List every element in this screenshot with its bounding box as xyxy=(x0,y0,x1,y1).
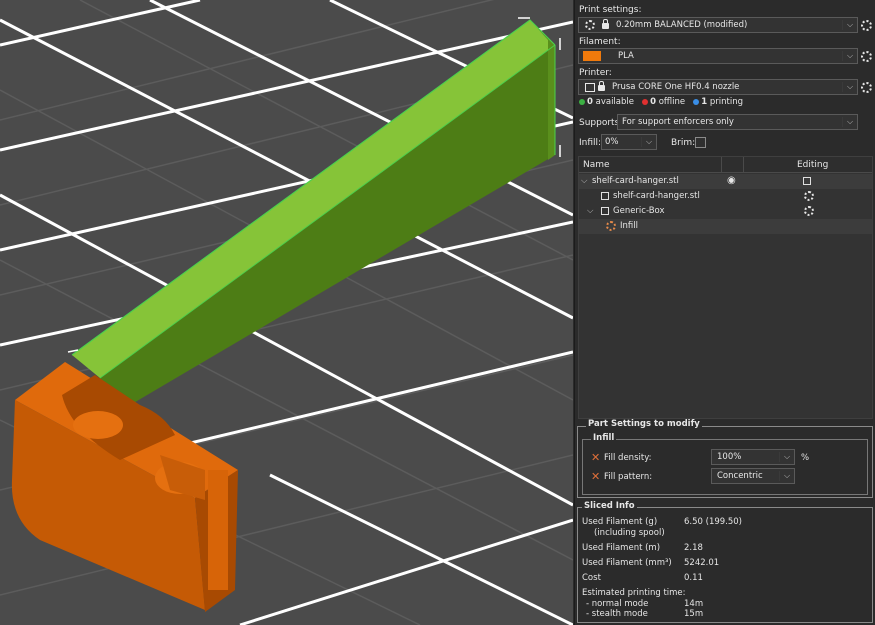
object-list-header: Name Editing xyxy=(579,157,872,173)
modifier-name: Generic-Box xyxy=(613,206,665,216)
sliced-info-panel: Sliced Info Used Filament (g) 6.50 (199.… xyxy=(577,501,873,623)
supports-label: Supports: xyxy=(579,118,623,128)
shelf-card-hanger-model[interactable] xyxy=(11,362,238,612)
fill-pattern-select[interactable]: Concentric ⌵ xyxy=(711,468,795,484)
infill-settings-name: Infill xyxy=(620,221,638,231)
part-name: shelf-card-hanger.stl xyxy=(613,191,700,201)
collapse-chevron-icon[interactable]: ⌵ xyxy=(587,206,593,216)
print-settings-select[interactable]: 0.20mm BALANCED (modified) ⌵ xyxy=(578,17,858,33)
3d-viewport[interactable] xyxy=(0,0,573,625)
column-editing-header[interactable]: Editing xyxy=(797,160,828,170)
fill-density-unit: % xyxy=(801,453,810,463)
including-spool-note: (including spool) xyxy=(594,528,665,538)
available-dot-icon xyxy=(579,98,585,105)
offline-dot-icon xyxy=(642,98,649,105)
lock-icon xyxy=(602,19,609,29)
cost-label: Cost xyxy=(582,573,601,583)
scene-canvas[interactable] xyxy=(0,0,573,625)
used-filament-mm3-value: 5242.01 xyxy=(684,558,720,568)
print-settings-label: Print settings: xyxy=(579,5,642,15)
printing-count: 1 xyxy=(701,97,708,107)
filament-gear-icon[interactable] xyxy=(861,51,872,62)
chevron-down-icon: ⌵ xyxy=(842,82,857,92)
remove-setting-icon[interactable]: ✕ xyxy=(591,451,600,464)
printer-value: Prusa CORE One HF0.4 nozzle xyxy=(612,82,740,92)
part-icon xyxy=(601,192,609,200)
used-filament-g-label: Used Filament (g) xyxy=(582,517,658,527)
infill-value: 0% xyxy=(605,137,619,147)
chevron-down-icon: ⌵ xyxy=(842,20,857,30)
cost-value: 0.11 xyxy=(684,573,703,583)
infill-select[interactable]: 0% ⌵ xyxy=(601,134,657,150)
part-row[interactable]: shelf-card-hanger.stl xyxy=(579,189,872,204)
editing-object-icon[interactable] xyxy=(803,177,811,185)
part-settings-icon[interactable] xyxy=(804,191,814,201)
chevron-down-icon: ⌵ xyxy=(641,137,656,147)
print-settings-value: 0.20mm BALANCED (modified) xyxy=(616,20,748,30)
used-filament-g-value: 6.50 (199.50) xyxy=(684,517,743,527)
estimated-time-label: Estimated printing time: xyxy=(582,588,686,598)
infill-settings-row[interactable]: Infill xyxy=(579,219,872,234)
eye-icon[interactable]: ◉ xyxy=(727,175,736,186)
fill-pattern-label: Fill pattern: xyxy=(604,472,653,482)
normal-mode-value: 14m xyxy=(684,599,704,609)
infill-label: Infill: xyxy=(579,138,602,148)
filament-label: Filament: xyxy=(579,37,621,47)
chevron-down-icon: ⌵ xyxy=(842,51,857,61)
brim-label: Brim: xyxy=(671,138,696,148)
right-sidebar: Print settings: 0.20mm BALANCED (modifie… xyxy=(574,0,875,625)
print-settings-gear-icon[interactable] xyxy=(861,20,872,31)
infill-group-title: Infill xyxy=(591,433,617,443)
brim-checkbox[interactable] xyxy=(695,137,706,148)
modifier-icon xyxy=(601,207,609,215)
used-filament-m-value: 2.18 xyxy=(684,543,703,553)
infill-group: Infill ✕ Fill density: 100% ⌵ % ✕ Fill p… xyxy=(582,433,868,495)
stealth-mode-label: - stealth mode xyxy=(586,609,648,619)
object-name: shelf-card-hanger.stl xyxy=(592,176,679,186)
object-list[interactable]: Name Editing ⌵ shelf-card-hanger.stl ◉ s… xyxy=(578,156,873,419)
fill-density-select[interactable]: 100% ⌵ xyxy=(711,449,795,465)
collapse-chevron-icon[interactable]: ⌵ xyxy=(581,176,587,186)
filament-color-swatch xyxy=(583,51,601,61)
supports-select[interactable]: For support enforcers only ⌵ xyxy=(617,114,858,130)
supports-value: For support enforcers only xyxy=(622,117,734,127)
printing-dot-icon xyxy=(693,98,700,105)
filament-value: PLA xyxy=(618,51,634,61)
normal-mode-label: - normal mode xyxy=(586,599,649,609)
sliced-info-title: Sliced Info xyxy=(582,501,637,511)
printer-select[interactable]: Prusa CORE One HF0.4 nozzle ⌵ xyxy=(578,79,858,95)
part-settings-panel: Part Settings to modify Infill ✕ Fill de… xyxy=(577,419,873,498)
stealth-mode-value: 15m xyxy=(684,609,704,619)
printer-status: 0 available 0 offline 1 printing xyxy=(579,97,743,107)
settings-icon xyxy=(606,221,616,231)
used-filament-mm3-label: Used Filament (mm³) xyxy=(582,558,672,568)
fill-density-value: 100% xyxy=(717,452,742,462)
fill-pattern-value: Concentric xyxy=(717,471,763,481)
column-name-header[interactable]: Name xyxy=(583,160,610,170)
printer-icon xyxy=(585,82,595,92)
available-text: available xyxy=(595,97,634,107)
printer-label: Printer: xyxy=(579,68,612,78)
chevron-down-icon: ⌵ xyxy=(779,452,794,462)
offline-count: 0 xyxy=(650,97,657,107)
offline-text: offline xyxy=(658,97,686,107)
available-count: 0 xyxy=(587,97,593,107)
part-settings-title: Part Settings to modify xyxy=(586,419,702,429)
modifier-settings-icon[interactable] xyxy=(804,206,814,216)
chevron-down-icon: ⌵ xyxy=(779,471,794,481)
settings-icon xyxy=(585,20,595,30)
remove-setting-icon[interactable]: ✕ xyxy=(591,470,600,483)
lock-icon xyxy=(598,81,605,91)
used-filament-m-label: Used Filament (m) xyxy=(582,543,661,553)
modifier-row[interactable]: ⌵ Generic-Box xyxy=(579,204,872,219)
filament-select[interactable]: PLA ⌵ xyxy=(578,48,858,64)
printing-text: printing xyxy=(709,97,743,107)
chevron-down-icon: ⌵ xyxy=(842,117,857,127)
object-row[interactable]: ⌵ shelf-card-hanger.stl ◉ xyxy=(579,174,872,189)
printer-gear-icon[interactable] xyxy=(861,82,872,93)
fill-density-label: Fill density: xyxy=(604,453,652,463)
